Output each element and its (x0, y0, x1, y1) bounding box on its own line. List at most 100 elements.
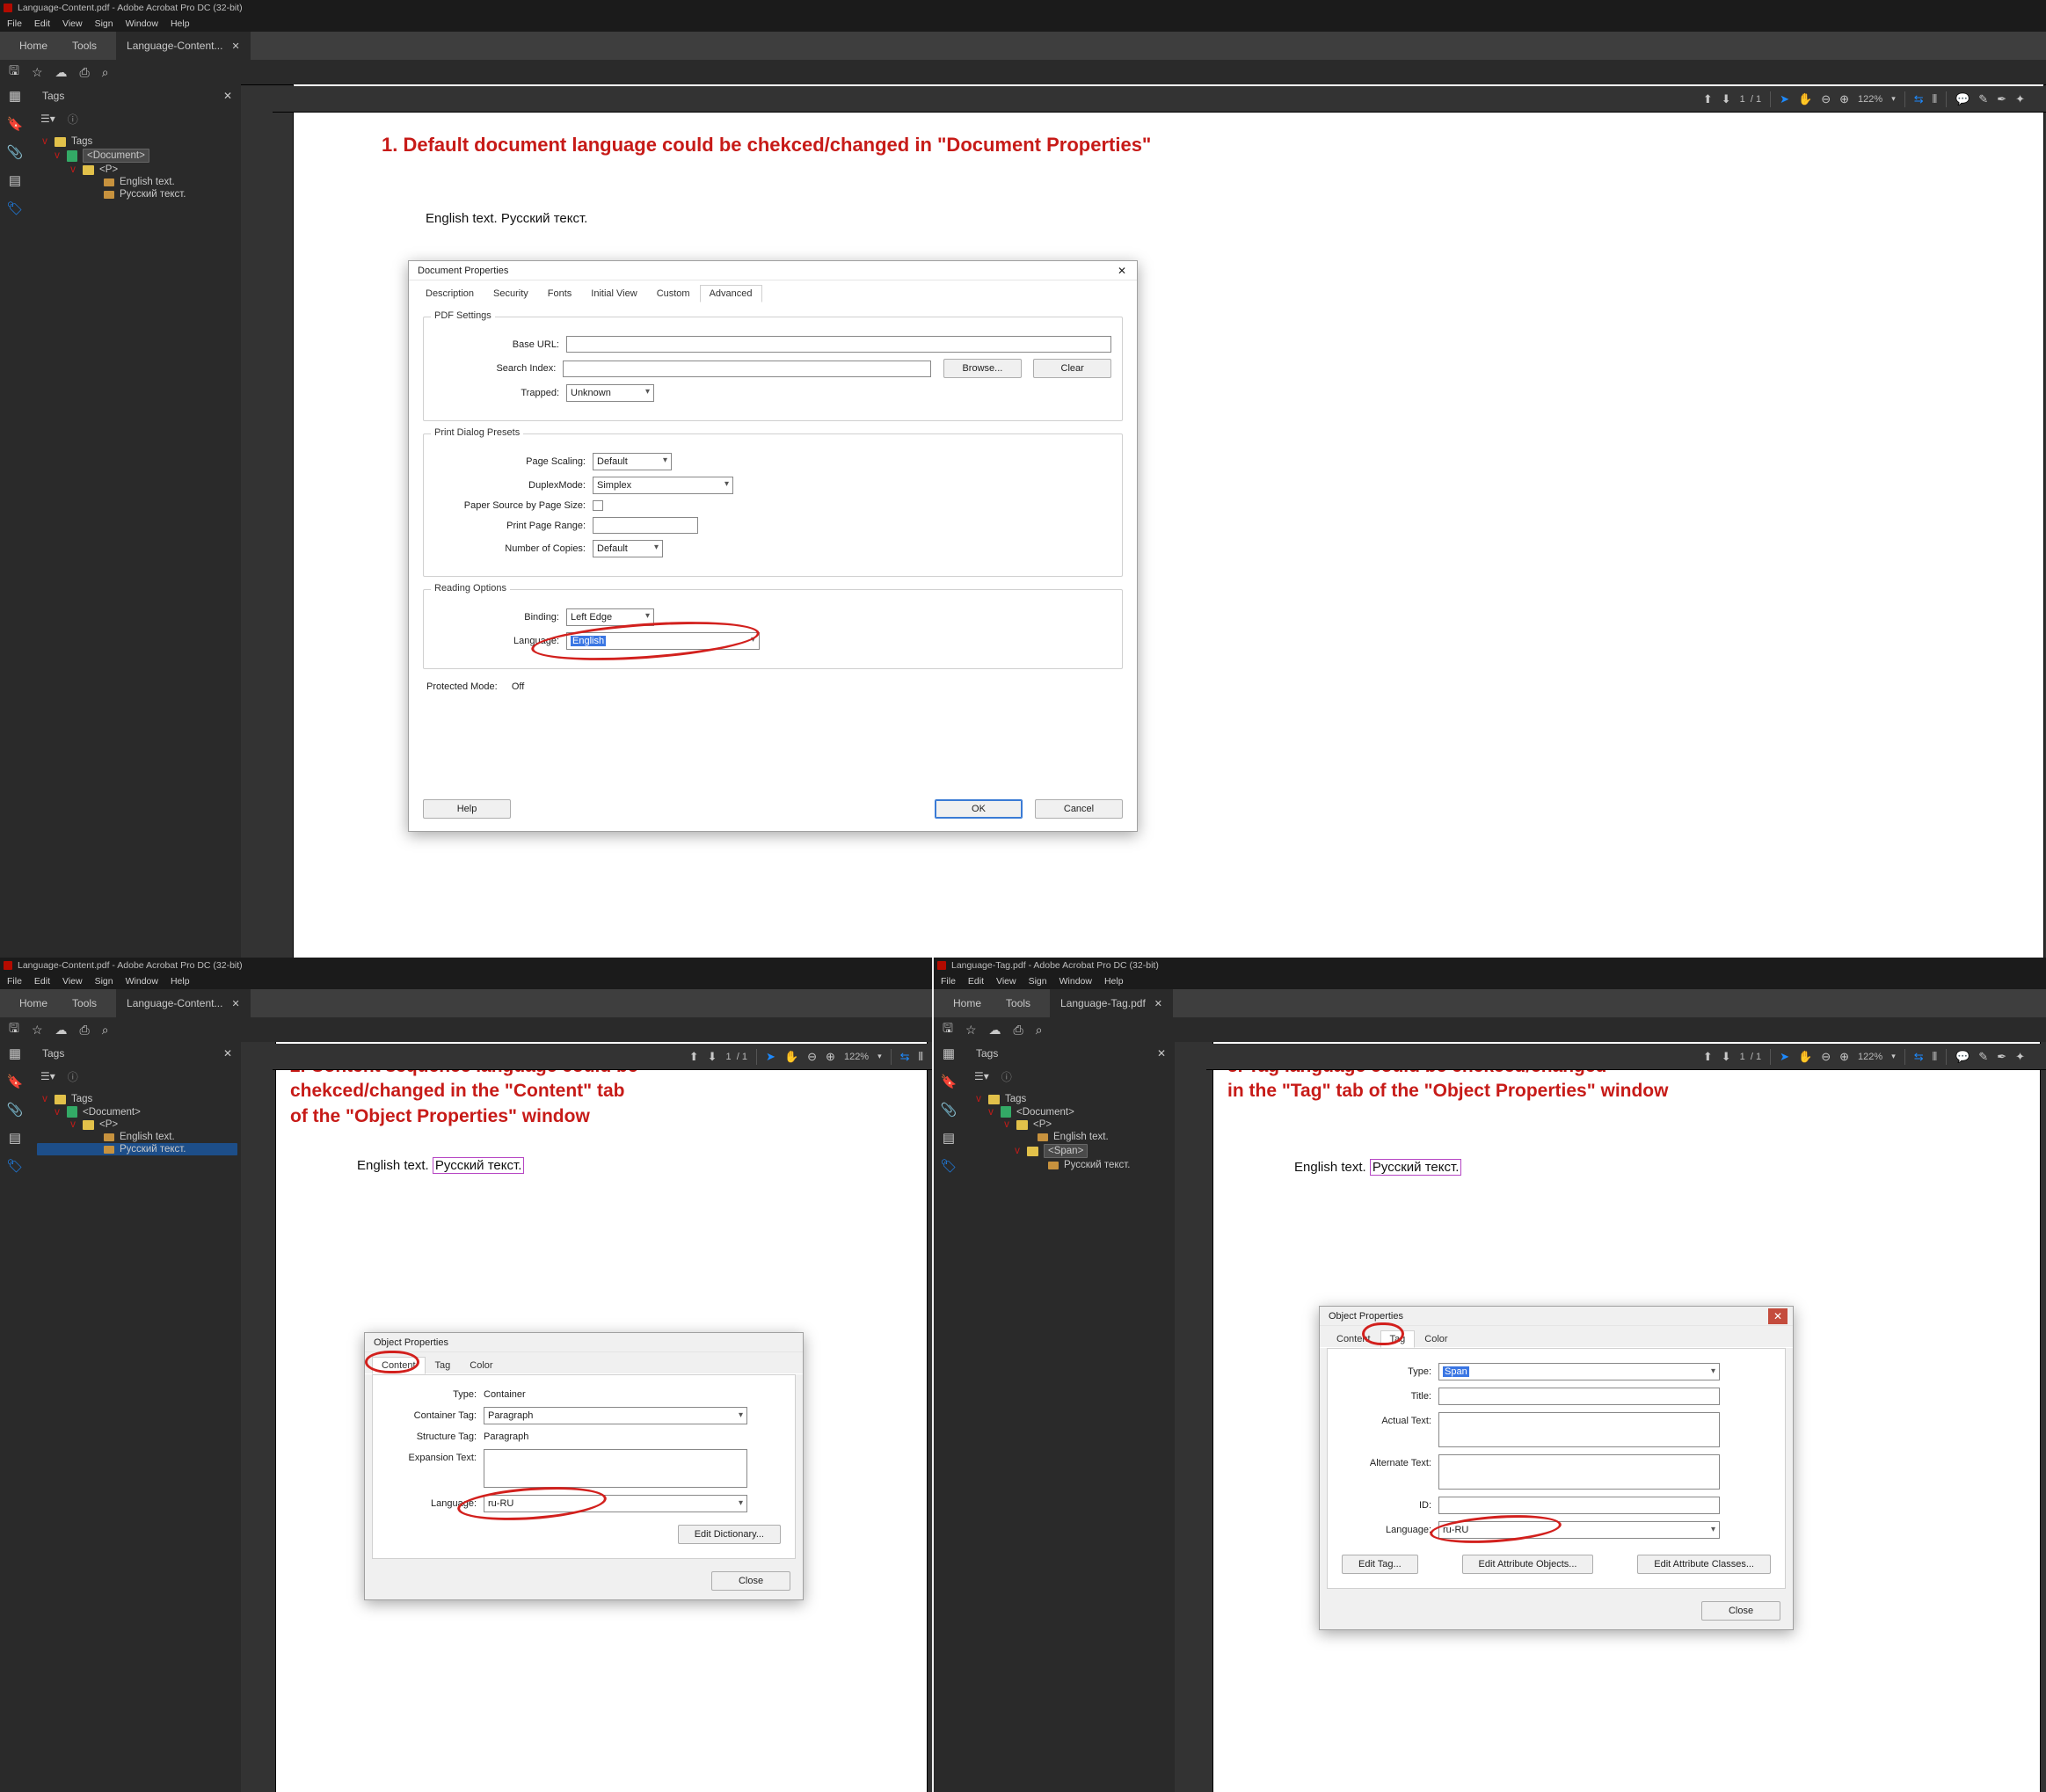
tab-custom[interactable]: Custom (647, 285, 700, 302)
tab-content[interactable]: Content (1327, 1330, 1380, 1348)
tab-color[interactable]: Color (460, 1357, 502, 1374)
tab-content[interactable]: Content (372, 1357, 426, 1374)
tree-leaf[interactable]: English text. (1053, 1132, 1109, 1142)
up-arrow-icon[interactable]: ⬆ (689, 1050, 699, 1064)
tags-icon[interactable]: 🏷 (6, 200, 23, 216)
tab-tag[interactable]: Tag (1380, 1330, 1416, 1348)
tree-node-span[interactable]: <Span> (1044, 1144, 1088, 1158)
home-tab[interactable]: Home (19, 997, 47, 1009)
tree-leaf[interactable]: English text. (120, 177, 175, 187)
hand-icon[interactable]: ✋ (1798, 1050, 1812, 1064)
tab-security[interactable]: Security (484, 285, 538, 302)
highlight-icon[interactable]: ✎ (1978, 92, 1988, 106)
menu-help[interactable]: Help (1104, 976, 1124, 987)
menu-help[interactable]: Help (171, 976, 190, 987)
menu-sign[interactable]: Sign (95, 976, 113, 987)
alternate-text-input[interactable] (1438, 1454, 1720, 1490)
up-arrow-icon[interactable]: ⬆ (1703, 92, 1713, 106)
browse-button[interactable]: Browse... (943, 359, 1022, 378)
hand-icon[interactable]: ✋ (784, 1050, 798, 1064)
down-arrow-icon[interactable]: ⬇ (708, 1050, 717, 1064)
cancel-button[interactable]: Cancel (1035, 799, 1123, 819)
duplex-select[interactable]: Simplex (593, 477, 733, 494)
save-icon[interactable]: 🖫 (9, 1019, 19, 1040)
menu-view[interactable]: View (62, 18, 83, 29)
star-icon[interactable]: ☆ (32, 1023, 43, 1038)
actual-text-input[interactable] (1438, 1412, 1720, 1447)
print-icon[interactable]: ⎙ (1014, 1023, 1023, 1038)
clear-button[interactable]: Clear (1033, 359, 1111, 378)
tags-tree[interactable]: vTags v<Document> v<P> ·English text. ·Р… (30, 1088, 241, 1159)
page-area[interactable]: 1. Default document language could be ch… (241, 84, 2046, 958)
zoom-out-icon[interactable]: ⊖ (807, 1050, 817, 1064)
edit-tag-button[interactable]: Edit Tag... (1342, 1555, 1418, 1574)
close-icon[interactable]: ✕ (1768, 1308, 1788, 1324)
help-button[interactable]: Help (423, 799, 511, 819)
menu-view[interactable]: View (62, 976, 83, 987)
tab-fonts[interactable]: Fonts (538, 285, 582, 302)
home-tab[interactable]: Home (953, 997, 981, 1009)
tree-node-p[interactable]: <P> (99, 164, 118, 175)
zoom-in-icon[interactable]: ⊕ (1839, 92, 1849, 106)
comment-icon[interactable]: 💬 (1955, 1050, 1970, 1064)
tab-tag[interactable]: Tag (426, 1357, 461, 1374)
search-icon[interactable]: ⌕ (1036, 1023, 1043, 1038)
close-button[interactable]: Close (711, 1571, 790, 1591)
tree-node-document[interactable]: <Document> (83, 149, 149, 163)
tab-advanced[interactable]: Advanced (700, 285, 762, 302)
bookmarks-icon[interactable]: 🔖 (7, 1074, 24, 1089)
options-icon[interactable]: ☰▾ (974, 1070, 989, 1082)
trapped-select[interactable]: Unknown (566, 384, 654, 402)
up-arrow-icon[interactable]: ⬆ (1703, 1050, 1713, 1064)
tools-tab[interactable]: Tools (72, 997, 97, 1009)
print-icon[interactable]: ⎙ (80, 1023, 90, 1038)
tree-leaf-selected[interactable]: Русский текст. (120, 1144, 186, 1155)
tab-color[interactable]: Color (1415, 1330, 1457, 1348)
read-order-icon[interactable]: ⇆ (1914, 92, 1924, 106)
save-icon[interactable]: 🖫 (943, 1019, 953, 1040)
language-select[interactable]: ru-RU (1438, 1521, 1720, 1539)
menu-edit[interactable]: Edit (968, 976, 984, 987)
document-tab[interactable]: Language-Content... ✕ (116, 989, 251, 1017)
layers-icon[interactable]: ▤ (9, 172, 21, 188)
stamp-icon[interactable]: ✦ (2015, 1050, 2025, 1064)
menu-window[interactable]: Window (126, 18, 158, 29)
search-icon[interactable]: ⌕ (102, 65, 109, 80)
cloud-icon[interactable]: ☁ (55, 65, 68, 80)
menu-edit[interactable]: Edit (34, 976, 50, 987)
star-icon[interactable]: ☆ (32, 65, 43, 80)
page-area[interactable]: 2. Content sequence language could be ch… (241, 1042, 932, 1792)
zoom-value[interactable]: 122% (1858, 1052, 1882, 1062)
ok-button[interactable]: OK (935, 799, 1023, 819)
search-icon[interactable]: ⌕ (102, 1023, 109, 1038)
zoom-in-icon[interactable]: ⊕ (826, 1050, 835, 1064)
attachments-icon[interactable]: 📎 (941, 1102, 957, 1118)
close-button[interactable]: Close (1701, 1601, 1780, 1621)
menu-view[interactable]: View (996, 976, 1016, 987)
layers-icon[interactable]: ▤ (9, 1130, 21, 1146)
read-order-icon[interactable]: ⇆ (1914, 1050, 1924, 1064)
document-tab[interactable]: Language-Content... ✕ (116, 32, 251, 60)
thumbnails-icon[interactable]: ▦ (9, 88, 21, 104)
close-icon[interactable]: ✕ (223, 1047, 232, 1060)
type-select[interactable]: Span (1438, 1363, 1720, 1380)
search-index-input[interactable] (563, 361, 931, 377)
close-icon[interactable]: ✕ (1157, 1047, 1166, 1060)
tag-tool-icon[interactable]: ⫴ (919, 1050, 923, 1064)
sign-icon[interactable]: ✒ (1997, 92, 2006, 106)
tools-tab[interactable]: Tools (1006, 997, 1030, 1009)
tags-tree[interactable]: vTags v<Document> v<P> ·English text. v<… (964, 1088, 1175, 1175)
menu-file[interactable]: File (7, 18, 22, 29)
zoom-in-icon[interactable]: ⊕ (1839, 1050, 1849, 1064)
close-icon[interactable]: ✕ (1154, 998, 1162, 1009)
close-icon[interactable]: ✕ (231, 40, 239, 52)
close-icon[interactable]: ✕ (1112, 263, 1132, 279)
paper-source-checkbox[interactable] (593, 500, 603, 511)
down-arrow-icon[interactable]: ⬇ (1722, 92, 1731, 106)
bookmarks-icon[interactable]: 🔖 (7, 116, 24, 132)
read-order-icon[interactable]: ⇆ (900, 1050, 910, 1064)
tree-node-p[interactable]: <P> (1033, 1119, 1052, 1130)
page-scaling-select[interactable]: Default (593, 453, 672, 470)
tab-description[interactable]: Description (416, 285, 484, 302)
container-tag-select[interactable]: Paragraph (484, 1407, 747, 1424)
